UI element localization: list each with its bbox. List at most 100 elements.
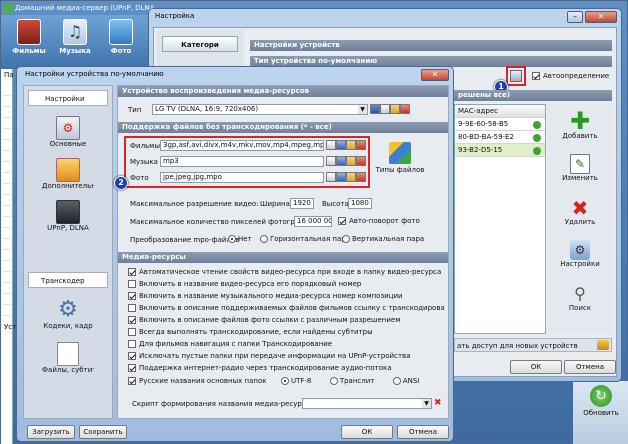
nav-transcoder-header: Транскодер bbox=[28, 272, 108, 288]
mpo-radio-vertical[interactable]: Вертикальная пара bbox=[342, 235, 424, 243]
photo-icon bbox=[109, 19, 133, 45]
toolbar-films-button[interactable]: Фильмы bbox=[7, 19, 51, 55]
tools-icon[interactable] bbox=[380, 104, 390, 114]
encoding-radio-utf8-dot[interactable] bbox=[280, 377, 289, 385]
media-option-8[interactable]: Поддержка интернет-радио через транскоди… bbox=[128, 362, 444, 374]
toolbar-music-button[interactable]: ♫ Музыка bbox=[53, 19, 97, 55]
encoding-radio-ansi-dot[interactable] bbox=[392, 377, 401, 385]
save-icon[interactable] bbox=[370, 104, 380, 114]
nav-basic-label: Основные bbox=[49, 140, 87, 148]
encoding-radio-utf8[interactable]: UTF-8 bbox=[280, 377, 311, 385]
script-select[interactable]: ▼ bbox=[302, 398, 432, 409]
list-header-mac: МАС-адрес bbox=[458, 107, 498, 115]
media-option-4[interactable]: Включить в описание файлов фото ссылки с… bbox=[128, 314, 444, 326]
delete-label: Удалить bbox=[564, 218, 596, 226]
media-option-3[interactable]: Включить в описание поддерживаемых файло… bbox=[128, 302, 444, 314]
settings-minimize-button[interactable]: – bbox=[567, 11, 583, 23]
list-item[interactable]: 93-B2-D5-15 bbox=[455, 144, 545, 157]
mpo-radio-horizontal[interactable]: Горизонтальная пара bbox=[260, 235, 350, 243]
refresh-button[interactable]: Обновить bbox=[573, 409, 628, 417]
media-option-1[interactable]: Включить в название видео-ресурса его по… bbox=[128, 278, 444, 290]
device-type-tools bbox=[370, 104, 410, 114]
media-option-5-check[interactable] bbox=[128, 328, 136, 336]
autodetect-label: Автоопределение bbox=[543, 72, 610, 80]
script-clear-icon[interactable]: ✖ bbox=[434, 398, 444, 409]
upnp-dlna-icon bbox=[56, 200, 80, 224]
encoding-radio-ansi-label: ANSI bbox=[402, 377, 420, 385]
main-side-label-ust: Уст bbox=[4, 323, 17, 331]
media-option-1-label: Включить в название видео-ресурса его по… bbox=[139, 280, 362, 288]
media-option-2-check[interactable] bbox=[128, 292, 136, 300]
load-button[interactable]: Загрузить bbox=[27, 425, 75, 439]
autodetect-check[interactable] bbox=[532, 72, 540, 80]
autodetect-checkbox[interactable]: Автоопределение bbox=[532, 72, 609, 80]
mpo-radio-none-dot[interactable] bbox=[228, 235, 236, 243]
save-button[interactable]: Сохранить bbox=[79, 425, 127, 439]
edit-icon: ✎ bbox=[570, 154, 590, 174]
edit-button[interactable]: ✎ Изменить bbox=[554, 154, 606, 182]
file-types-button[interactable]: Типы файлов bbox=[374, 142, 426, 184]
list-item[interactable]: 9-9E-60-58-B5 bbox=[455, 118, 545, 131]
status-green-icon bbox=[533, 147, 541, 155]
nav-files-item[interactable]: Файлы, субтитры bbox=[42, 342, 94, 374]
add-button[interactable]: ✚ Добавить bbox=[554, 109, 606, 140]
encoding-radio-translit-dot[interactable] bbox=[329, 377, 338, 385]
folder-icon[interactable] bbox=[390, 104, 400, 114]
media-option-3-check[interactable] bbox=[128, 304, 136, 312]
russian-names-check[interactable] bbox=[128, 377, 136, 385]
media-option-6[interactable]: Для фильмов навигация с папки Транскодир… bbox=[128, 338, 444, 350]
delete-button[interactable]: ✖ Удалить bbox=[554, 198, 606, 226]
mpo-radio-vertical-dot[interactable] bbox=[342, 235, 350, 243]
media-option-7-check[interactable] bbox=[128, 352, 136, 360]
main-toolbar: Фильмы ♫ Музыка Фото bbox=[1, 15, 149, 69]
device-type-select[interactable]: LG TV (DLNA, 16:9, 720x406) ▼ bbox=[152, 104, 368, 115]
ok-button[interactable]: ОК bbox=[341, 425, 393, 439]
delete-icon[interactable] bbox=[400, 104, 410, 114]
nav-additional-item[interactable]: Дополнительные bbox=[42, 158, 94, 190]
encoding-radio-translit[interactable]: Транслит bbox=[329, 377, 374, 385]
media-option-0[interactable]: Автоматическое чтение свойств видео-ресу… bbox=[128, 266, 444, 278]
list-item[interactable]: 80-BD-BA-59-E2 bbox=[455, 131, 545, 144]
refresh-icon: ↻ bbox=[590, 385, 612, 407]
cancel-button[interactable]: Отмена bbox=[397, 425, 449, 439]
height-input[interactable]: 1080 bbox=[348, 198, 372, 209]
support-files-header: Поддержка файлов без транскодирования (*… bbox=[118, 122, 448, 133]
media-option-7[interactable]: Исключать пустые папки при передаче инфо… bbox=[128, 350, 444, 362]
toolbar-photo-button[interactable]: Фото bbox=[99, 19, 143, 55]
width-label: Ширина bbox=[260, 200, 290, 208]
film-icon bbox=[17, 19, 41, 45]
main-side-label-pa: Па bbox=[4, 71, 14, 79]
settings-button[interactable]: ⚙ Настройки bbox=[554, 240, 606, 268]
width-input[interactable]: 1920 bbox=[290, 198, 314, 209]
media-option-5[interactable]: Всегда выполнять транскодирование, если … bbox=[128, 326, 444, 338]
device-access-icon bbox=[597, 340, 609, 350]
device-dialog: Настройки устройства по-умолчанию ✕ Наст… bbox=[16, 66, 454, 442]
russian-names-row: Русские названия основных папок UTF-8 Тр… bbox=[128, 375, 444, 388]
media-option-1-check[interactable] bbox=[128, 280, 136, 288]
media-option-2[interactable]: Включить в название музыкального медиа-р… bbox=[128, 290, 444, 302]
settings-close-button[interactable]: ✕ bbox=[585, 11, 617, 23]
media-option-8-check[interactable] bbox=[128, 364, 136, 372]
categories-tab[interactable]: Категори bbox=[162, 36, 238, 52]
media-option-4-check[interactable] bbox=[128, 316, 136, 324]
auto-rotate-check[interactable] bbox=[338, 217, 346, 225]
settings-ok-button[interactable]: ОК bbox=[510, 360, 562, 374]
settings-cancel-button[interactable]: Отмена bbox=[564, 360, 616, 374]
auto-rotate-checkbox[interactable]: Авто-поворот фото bbox=[338, 217, 420, 225]
media-option-3-label: Включить в описание поддерживаемых файло… bbox=[139, 304, 444, 312]
nav-codecs-item[interactable]: ⚙ Кодеки, кадр bbox=[42, 298, 94, 331]
mpo-radio-none[interactable]: Нет bbox=[228, 235, 252, 243]
search-button[interactable]: ⚲ Поиск bbox=[554, 284, 606, 312]
media-option-0-check[interactable] bbox=[128, 268, 136, 276]
device-dialog-close-button[interactable]: ✕ bbox=[421, 69, 449, 81]
nav-upnp-item[interactable]: UPnP, DLNA bbox=[42, 200, 94, 232]
device-list: МАС-адрес 9-9E-60-58-B5 80-BD-BA-59-E2 9… bbox=[454, 104, 546, 334]
new-device-access-option[interactable]: ать доступ для новых устройств bbox=[454, 338, 612, 352]
nav-basic-item[interactable]: ⚙ Основные bbox=[42, 116, 94, 148]
new-device-access-label: ать доступ для новых устройств bbox=[457, 342, 578, 350]
mpo-radio-horizontal-dot[interactable] bbox=[260, 235, 268, 243]
edit-label: Изменить bbox=[562, 174, 598, 182]
max-photo-pixels-input[interactable]: 16 000 000 bbox=[294, 216, 332, 227]
media-option-6-check[interactable] bbox=[128, 340, 136, 348]
encoding-radio-ansi[interactable]: ANSI bbox=[392, 377, 420, 385]
